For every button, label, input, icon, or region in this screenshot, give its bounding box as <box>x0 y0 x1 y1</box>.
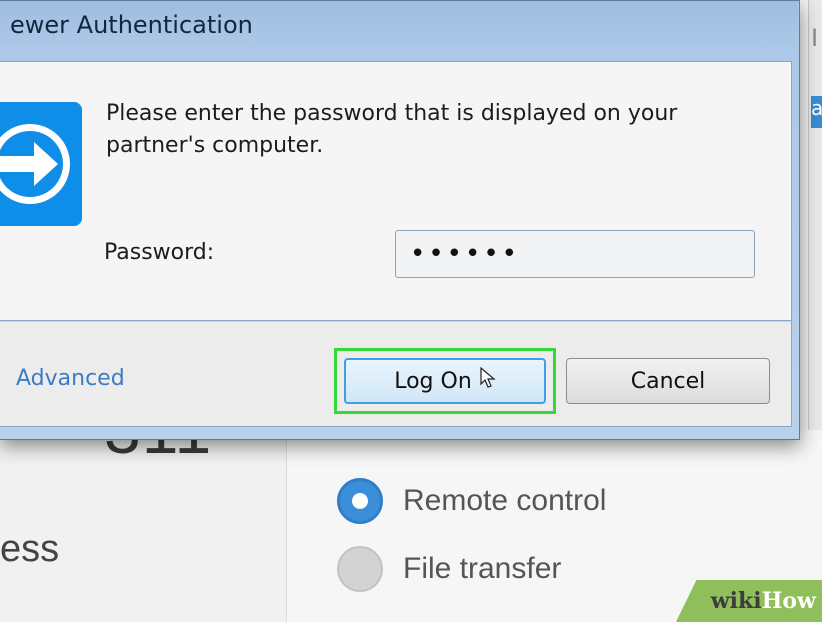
advanced-link[interactable]: Advanced <box>16 366 125 391</box>
arrow-icon <box>0 124 70 204</box>
file-transfer-label: File transfer <box>403 552 562 585</box>
logon-button[interactable]: Log On <box>344 358 546 404</box>
radio-dot-icon <box>352 493 368 509</box>
file-transfer-radio[interactable] <box>337 546 383 592</box>
cancel-button-label: Cancel <box>630 368 706 394</box>
dialog-title-bar[interactable]: ewer Authentication <box>0 1 798 57</box>
mouse-pointer-icon <box>480 366 496 395</box>
watermark-wiki: wiki <box>710 588 762 614</box>
remote-control-label: Remote control <box>403 484 607 517</box>
dialog-body: Please enter the password that is displa… <box>0 61 792 321</box>
background-window-edge: I a <box>808 0 822 430</box>
wikihow-watermark: wikiHow <box>676 580 822 622</box>
access-text: ess <box>0 528 60 570</box>
teamviewer-logo-icon <box>0 102 82 226</box>
background-edge-glyph: I <box>811 24 819 52</box>
password-label: Password: <box>104 240 215 265</box>
authentication-dialog: ewer Authentication Please enter the pas… <box>0 0 800 440</box>
cancel-button[interactable]: Cancel <box>566 358 770 404</box>
background-edge-button: a <box>811 96 822 128</box>
watermark-how: How <box>761 588 816 614</box>
dialog-footer: Advanced Log On Cancel <box>0 321 792 427</box>
password-value: •••••• <box>410 239 521 269</box>
dialog-message: Please enter the password that is displa… <box>106 101 678 158</box>
dialog-title: ewer Authentication <box>10 11 253 39</box>
remote-control-option[interactable]: Remote control <box>337 478 606 524</box>
password-input[interactable]: •••••• <box>395 230 755 278</box>
logon-button-label: Log On <box>394 368 472 394</box>
remote-control-radio[interactable] <box>337 478 383 524</box>
file-transfer-option[interactable]: File transfer <box>337 546 561 592</box>
